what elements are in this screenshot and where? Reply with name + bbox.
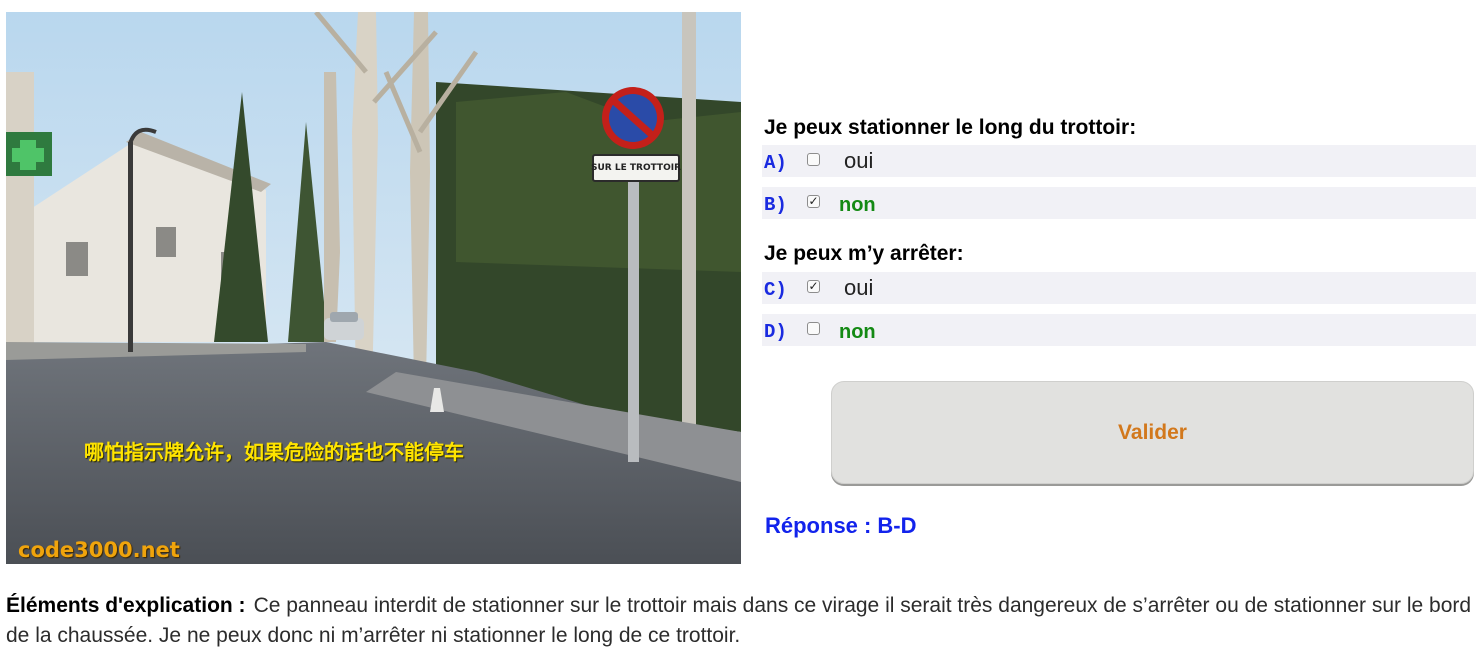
scene-caption: 哪怕指示牌允许，如果危险的话也不能停车: [84, 440, 464, 464]
sign-plate: SUR LE TROTTOIR: [591, 154, 682, 182]
sign-plate-text: SUR LE TROTTOIR: [591, 163, 682, 173]
option-row-d[interactable]: D) non: [762, 314, 1476, 346]
question-2-title: Je peux m’y arrêter:: [764, 242, 964, 265]
option-b-checkbox[interactable]: ✓: [807, 195, 820, 208]
answer-value: B-D: [877, 513, 917, 538]
explanation-block: Éléments d'explication : Ce panneau inter…: [6, 591, 1478, 651]
option-d-text: non: [839, 321, 876, 343]
option-a-checkbox[interactable]: [807, 153, 820, 166]
option-a-text: oui: [844, 148, 874, 173]
site-watermark: code3000.net: [18, 538, 180, 562]
option-row-c[interactable]: C) ✓ oui: [762, 272, 1476, 304]
option-b-text: non: [839, 194, 876, 216]
option-letter: A): [764, 152, 787, 174]
option-letter: C): [764, 279, 787, 301]
option-c-checkbox[interactable]: ✓: [807, 280, 820, 293]
explanation-label: Éléments d'explication :: [6, 594, 246, 617]
option-letter: B): [764, 194, 787, 216]
option-d-checkbox[interactable]: [807, 322, 820, 335]
option-c-text: oui: [844, 275, 874, 300]
question-1-title: Je peux stationner le long du trottoir:: [764, 116, 1137, 139]
answer-label: Réponse :: [765, 513, 872, 538]
validate-button[interactable]: Valider: [831, 381, 1474, 484]
option-letter: D): [764, 321, 787, 343]
option-row-b[interactable]: B) ✓ non: [762, 187, 1476, 219]
answer-line: Réponse : B-D: [765, 513, 916, 539]
option-row-a[interactable]: A) oui: [762, 145, 1476, 177]
street-illustration: [6, 12, 741, 564]
scene-photo: SUR LE TROTTOIR 哪怕指示牌允许，如果危险的话也不能停车 code…: [6, 12, 741, 564]
